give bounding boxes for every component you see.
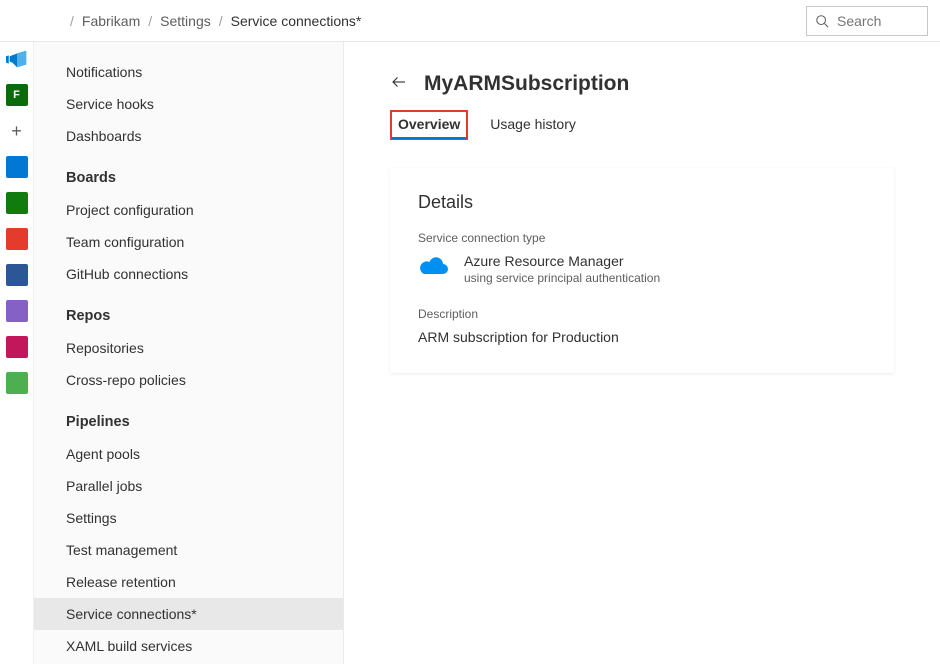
boards-icon[interactable] (6, 156, 28, 178)
sidebar-item[interactable]: Test management (34, 534, 343, 566)
breadcrumb-current[interactable]: Service connections* (231, 13, 362, 29)
sidebar-item[interactable]: Service connections* (34, 598, 343, 630)
search-icon (815, 14, 829, 28)
breadcrumb: / Fabrikam / Settings / Service connecti… (40, 13, 798, 29)
page-titlebar: MyARMSubscription (390, 72, 894, 96)
search-input[interactable] (837, 13, 919, 29)
sidebar-item[interactable]: Dashboards (34, 120, 343, 152)
sidebar-item[interactable]: Cross-repo policies (34, 364, 343, 396)
sidebar-item[interactable]: Parallel jobs (34, 470, 343, 502)
repos-icon[interactable] (6, 228, 28, 250)
cloud-icon (418, 255, 450, 277)
breadcrumb-sep: / (148, 13, 152, 29)
page-title: MyARMSubscription (424, 72, 629, 96)
breadcrumb-sep: / (219, 13, 223, 29)
labs-icon[interactable] (6, 300, 28, 322)
test-icon[interactable] (6, 192, 28, 214)
connection-type-label: Service connection type (418, 231, 866, 245)
back-button[interactable] (390, 73, 408, 96)
breadcrumb-settings[interactable]: Settings (160, 13, 211, 29)
settings-sidebar: NotificationsService hooksDashboardsBoar… (34, 42, 344, 664)
sidebar-item[interactable]: Team configuration (34, 226, 343, 258)
sidebar-item[interactable]: Notifications (34, 56, 343, 88)
sidebar-heading: Repos (34, 290, 343, 332)
azure-devops-logo[interactable] (6, 48, 28, 70)
sidebar-item[interactable]: GitHub connections (34, 258, 343, 290)
connection-name: Azure Resource Manager (464, 253, 660, 269)
main-content: MyARMSubscription OverviewUsage history … (344, 42, 940, 664)
details-heading: Details (418, 192, 866, 213)
marketplace-icon[interactable] (6, 336, 28, 358)
topbar: / Fabrikam / Settings / Service connecti… (0, 0, 940, 42)
connection-subtext: using service principal authentication (464, 271, 660, 285)
description-label: Description (418, 307, 866, 321)
sidebar-item[interactable]: Repositories (34, 332, 343, 364)
breadcrumb-sep: / (70, 13, 74, 29)
details-card: Details Service connection type Azure Re… (390, 168, 894, 373)
project-avatar[interactable]: F (6, 84, 28, 106)
search-box[interactable] (806, 6, 928, 36)
description-text: ARM subscription for Production (418, 329, 866, 345)
sidebar-item[interactable]: Release retention (34, 566, 343, 598)
sidebar-item[interactable]: Agent pools (34, 438, 343, 470)
sidebar-heading: Boards (34, 152, 343, 194)
sidebar-item[interactable]: Settings (34, 502, 343, 534)
artifacts-icon[interactable] (6, 264, 28, 286)
connection-row: Azure Resource Manager using service pri… (418, 253, 866, 285)
tab-usage-history[interactable]: Usage history (488, 110, 578, 140)
add-button[interactable]: + (6, 120, 28, 142)
sidebar-item[interactable]: Project configuration (34, 194, 343, 226)
tabs: Overview Usage history (390, 110, 894, 140)
security-icon[interactable] (6, 372, 28, 394)
sidebar-heading: Pipelines (34, 396, 343, 438)
tab-overview[interactable]: Overview (390, 110, 468, 140)
sidebar-item[interactable]: Service hooks (34, 88, 343, 120)
left-rail: F + (0, 42, 34, 664)
breadcrumb-org[interactable]: Fabrikam (82, 13, 140, 29)
sidebar-item[interactable]: XAML build services (34, 630, 343, 662)
